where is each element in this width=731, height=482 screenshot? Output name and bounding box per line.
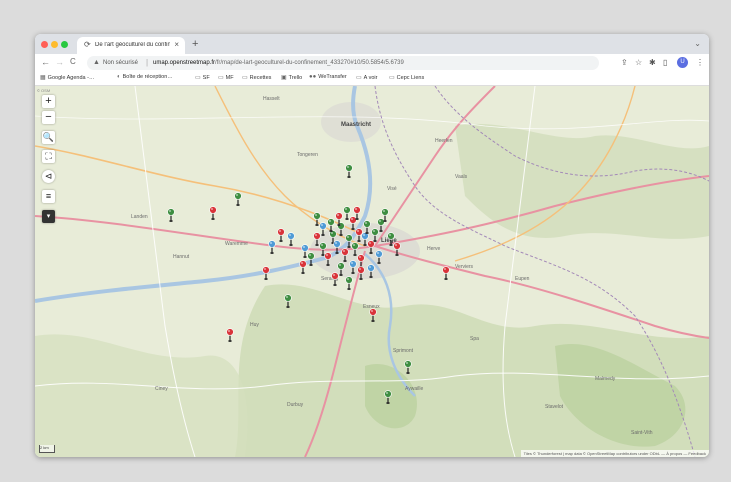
map-marker[interactable]: [341, 248, 349, 262]
trello-icon: ▣: [281, 75, 287, 81]
map-marker[interactable]: [277, 228, 285, 242]
bookmark-item[interactable]: ●● WeTransfer: [309, 74, 347, 80]
map-marker[interactable]: [284, 294, 292, 308]
map-marker[interactable]: [351, 242, 359, 256]
security-label: Non sécurisé: [103, 60, 139, 66]
bookmark-item[interactable]: ▭ Cepc Liens: [389, 74, 424, 81]
map-marker[interactable]: [319, 222, 327, 236]
zoom-in-button[interactable]: +: [42, 95, 55, 108]
star-icon[interactable]: ☆: [635, 58, 642, 67]
map-marker[interactable]: [371, 228, 379, 242]
bookmark-item[interactable]: ▦ Google Agenda -…: [40, 74, 94, 81]
map-marker[interactable]: [313, 232, 321, 246]
map-marker[interactable]: [313, 212, 321, 226]
browser-window: ⟳ De l'art géoculturel du confin… × + ⌄ …: [35, 34, 709, 457]
marker-layer: [167, 164, 450, 404]
map-marker[interactable]: [324, 252, 332, 266]
map-marker[interactable]: [375, 250, 383, 264]
bookmark-item[interactable]: ▭ MF: [218, 74, 234, 81]
tab-strip: ⟳ De l'art géoculturel du confin… × + ⌄: [35, 34, 709, 54]
map-marker[interactable]: [357, 266, 365, 280]
map-marker[interactable]: [377, 218, 385, 232]
calendar-icon: ▦: [40, 75, 46, 81]
wetransfer-icon: ●●: [309, 74, 317, 80]
bookmark-item[interactable]: ▣ Trello: [281, 74, 302, 81]
tab-close-icon[interactable]: ×: [174, 40, 179, 49]
tab-active[interactable]: ⟳ De l'art géoculturel du confin… ×: [77, 37, 185, 54]
url-text: umap.openstreetmap.fr/fr/map/de-lart-geo…: [153, 60, 404, 66]
tab-search-icon[interactable]: ⌄: [694, 39, 701, 48]
share-icon[interactable]: ⇪: [621, 58, 628, 67]
maximize-window-button[interactable]: [61, 41, 68, 48]
extensions-icon[interactable]: ✱: [649, 58, 656, 67]
bookmark-item[interactable]: ▭ SF: [195, 74, 210, 81]
map-marker[interactable]: [349, 216, 357, 230]
map-marker[interactable]: [384, 390, 392, 404]
map-marker[interactable]: [327, 218, 335, 232]
folder-icon: ▭: [218, 75, 224, 81]
map-marker[interactable]: [369, 308, 377, 322]
map-canvas[interactable]: © OSM Maastricht Liège Verviers Hasselt …: [35, 86, 709, 457]
map-marker[interactable]: [287, 232, 295, 246]
bookmark-item[interactable]: ▭ Recettes: [242, 74, 271, 81]
map-marker[interactable]: [367, 240, 375, 254]
sidepanel-icon[interactable]: ▯: [663, 58, 667, 67]
map-marker[interactable]: [367, 264, 375, 278]
bookmark-item[interactable]: ▭ A voir: [356, 74, 377, 81]
map-marker[interactable]: [209, 206, 217, 220]
search-icon[interactable]: 🔍: [42, 131, 55, 144]
scale-bar: 2 km: [39, 445, 55, 453]
map-marker[interactable]: [262, 266, 270, 280]
folder-icon: ▭: [389, 75, 395, 81]
map-marker[interactable]: [307, 252, 315, 266]
back-button[interactable]: ←: [41, 57, 50, 67]
fullscreen-icon[interactable]: ⛶: [42, 150, 55, 163]
share-map-icon[interactable]: ⊲: [42, 170, 55, 183]
tab-title: De l'art géoculturel du confin…: [95, 42, 170, 48]
map-marker[interactable]: [226, 328, 234, 342]
folder-icon: ▭: [242, 75, 248, 81]
minimize-window-button[interactable]: [51, 41, 58, 48]
close-window-button[interactable]: [41, 41, 48, 48]
more-controls-icon[interactable]: ▾: [42, 210, 55, 223]
map-marker[interactable]: [343, 206, 351, 220]
map-marker[interactable]: [337, 262, 345, 276]
map-marker[interactable]: [331, 272, 339, 286]
more-icon[interactable]: ⋮: [696, 58, 704, 67]
forward-button[interactable]: →: [55, 57, 64, 67]
layers-icon[interactable]: ≡: [42, 190, 55, 203]
map-marker[interactable]: [345, 164, 353, 178]
mail-icon: ◐: [117, 74, 121, 80]
map-marker[interactable]: [268, 240, 276, 254]
map-marker[interactable]: [357, 254, 365, 268]
map-marker[interactable]: [393, 242, 401, 256]
bookmarks-bar: ▦ Google Agenda -… ◐ Boîte de réception… ▭…: [35, 72, 709, 86]
map-marker[interactable]: [442, 266, 450, 280]
map-marker[interactable]: [349, 260, 357, 274]
separator: |: [146, 58, 149, 67]
map-marker[interactable]: [387, 232, 395, 246]
map-marker[interactable]: [234, 192, 242, 206]
map-attribution[interactable]: Tiles © Thunderforest | map data © OpenS…: [520, 450, 709, 457]
new-tab-button[interactable]: +: [192, 38, 198, 50]
bookmark-item[interactable]: ◐ Boîte de réception…: [117, 74, 173, 80]
map-marker[interactable]: [299, 260, 307, 274]
zoom-out-button[interactable]: −: [42, 111, 55, 124]
map-marker[interactable]: [167, 208, 175, 222]
reload-button[interactable]: C: [70, 57, 76, 66]
map-marker[interactable]: [345, 276, 353, 290]
map-marker[interactable]: [363, 220, 371, 234]
warning-icon: ▲: [93, 59, 100, 66]
folder-icon: ▭: [356, 75, 362, 81]
address-bar[interactable]: ▲ Non sécurisé | umap.openstreetmap.fr/f…: [87, 56, 599, 70]
map-marker[interactable]: [333, 240, 341, 254]
avatar[interactable]: U: [677, 57, 688, 68]
map-marker[interactable]: [404, 360, 412, 374]
refresh-icon: ⟳: [84, 40, 91, 49]
navigation-bar: ← → C ▲ Non sécurisé | umap.openstreetma…: [35, 54, 709, 72]
folder-icon: ▭: [195, 75, 201, 81]
